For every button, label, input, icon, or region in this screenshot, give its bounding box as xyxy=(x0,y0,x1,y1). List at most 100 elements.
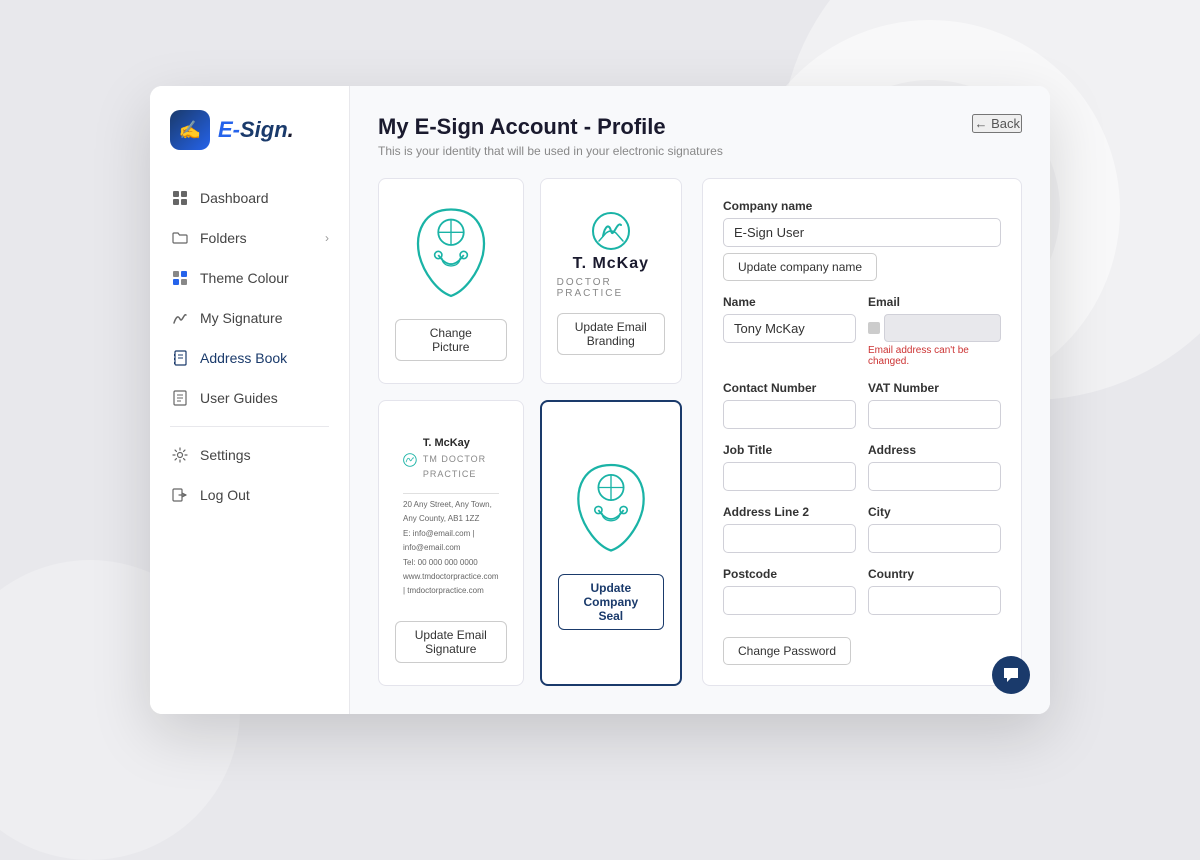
company-seal-panel: Update Company Seal xyxy=(540,400,682,686)
sig-title: TM DOCTOR PRACTICE xyxy=(423,452,499,481)
sidebar-item-dashboard[interactable]: Dashboard xyxy=(150,178,349,218)
sig-line4: www.tmdoctorpractice.com | tmdoctorpract… xyxy=(403,570,499,599)
email-signature-panel: T. McKay TM DOCTOR PRACTICE 20 Any Stree… xyxy=(378,400,524,686)
address-book-icon xyxy=(170,348,190,368)
contact-number-input[interactable] xyxy=(723,400,856,429)
sidebar-label-settings: Settings xyxy=(200,447,251,463)
address-line2-input[interactable] xyxy=(723,524,856,553)
main-window: ✍ E-Sign. Dashboard Folde xyxy=(150,86,1050,713)
email-branding-content: T. McKay DOCTOR PRACTICE xyxy=(557,211,665,299)
change-password-button[interactable]: Change Password xyxy=(723,637,851,665)
sig-name: T. McKay xyxy=(423,435,499,453)
panels-grid: Change Picture T. McKay DOCTOR PRACTICE xyxy=(378,178,682,686)
job-title-input[interactable] xyxy=(723,462,856,491)
city-label: City xyxy=(868,505,1001,519)
logo-icon: ✍ xyxy=(170,110,210,150)
country-section: Country xyxy=(868,567,1001,615)
change-picture-panel: Change Picture xyxy=(378,178,524,384)
update-company-seal-button[interactable]: Update Company Seal xyxy=(558,574,664,630)
country-input[interactable] xyxy=(868,586,1001,615)
sig-line1: 20 Any Street, Any Town, Any County, AB1… xyxy=(403,498,499,527)
email-section: Email Email address can't be changed. xyxy=(868,295,1001,367)
dashboard-icon xyxy=(170,188,190,208)
sidebar-label-signature: My Signature xyxy=(200,310,282,326)
country-label: Country xyxy=(868,567,1001,581)
settings-icon xyxy=(170,445,190,465)
name-section: Name xyxy=(723,295,856,367)
sidebar-item-folders[interactable]: Folders › xyxy=(150,218,349,258)
update-company-name-button[interactable]: Update company name xyxy=(723,253,877,281)
sidebar-item-user-guides[interactable]: User Guides xyxy=(150,378,349,418)
postcode-label: Postcode xyxy=(723,567,856,581)
email-brand-logo-icon xyxy=(591,211,631,251)
update-email-branding-button[interactable]: Update Email Branding xyxy=(557,313,665,355)
address2-city-row: Address Line 2 City xyxy=(723,505,1001,567)
main-content: My E-Sign Account - Profile This is your… xyxy=(350,86,1050,713)
job-title-address-row: Job Title Address xyxy=(723,443,1001,505)
doctor-icon-large xyxy=(401,205,501,305)
chat-icon xyxy=(1002,666,1020,684)
chevron-right-icon: › xyxy=(325,231,329,245)
address-line2-label: Address Line 2 xyxy=(723,505,856,519)
page-subtitle: This is your identity that will be used … xyxy=(378,144,723,158)
sidebar-label-dashboard: Dashboard xyxy=(200,190,269,206)
logo-text: E-Sign. xyxy=(218,117,294,143)
email-masked-value xyxy=(884,314,1001,342)
sidebar-label-user-guides: User Guides xyxy=(200,390,278,406)
address-section: Address xyxy=(868,443,1001,491)
vat-number-input[interactable] xyxy=(868,400,1001,429)
email-label: Email xyxy=(868,295,1001,309)
name-email-row: Name Email Email address can't be change… xyxy=(723,295,1001,381)
change-picture-button[interactable]: Change Picture xyxy=(395,319,507,361)
sig-line3: Tel: 00 000 000 0000 xyxy=(403,556,499,570)
postcode-input[interactable] xyxy=(723,586,856,615)
sidebar-item-theme-colour[interactable]: Theme Colour xyxy=(150,258,349,298)
email-branding-panel: T. McKay DOCTOR PRACTICE Update Email Br… xyxy=(540,178,682,384)
company-seal-icon xyxy=(566,460,656,560)
sidebar-item-address-book[interactable]: Address Book xyxy=(150,338,349,378)
profile-form: Company name Update company name Name Em… xyxy=(702,178,1022,686)
sidebar-label-theme: Theme Colour xyxy=(200,270,289,286)
sidebar-label-folders: Folders xyxy=(200,230,247,246)
sidebar-divider xyxy=(170,426,329,427)
email-brand-name: T. McKay xyxy=(573,255,649,273)
contact-vat-row: Contact Number VAT Number xyxy=(723,381,1001,443)
sidebar-label-address-book: Address Book xyxy=(200,350,287,366)
postcode-section: Postcode xyxy=(723,567,856,615)
postcode-country-row: Postcode Country xyxy=(723,567,1001,629)
folders-icon xyxy=(170,228,190,248)
company-name-input[interactable] xyxy=(723,218,1001,247)
update-email-signature-button[interactable]: Update Email Signature xyxy=(395,621,507,663)
content-body: Change Picture T. McKay DOCTOR PRACTICE xyxy=(378,178,1022,686)
city-section: City xyxy=(868,505,1001,553)
chat-fab-button[interactable] xyxy=(992,656,1030,694)
page-title: My E-Sign Account - Profile xyxy=(378,114,723,140)
job-title-label: Job Title xyxy=(723,443,856,457)
back-button[interactable]: ← Back xyxy=(972,114,1022,133)
email-sig-content: T. McKay TM DOCTOR PRACTICE 20 Any Stree… xyxy=(395,427,507,607)
vat-number-label: VAT Number xyxy=(868,381,1001,395)
sidebar-label-log-out: Log Out xyxy=(200,487,250,503)
signature-icon xyxy=(170,308,190,328)
sidebar-item-log-out[interactable]: Log Out xyxy=(150,475,349,515)
address-label: Address xyxy=(868,443,1001,457)
page-header: My E-Sign Account - Profile This is your… xyxy=(378,114,1022,157)
contact-number-label: Contact Number xyxy=(723,381,856,395)
vat-number-section: VAT Number xyxy=(868,381,1001,429)
address-line2-section: Address Line 2 xyxy=(723,505,856,553)
sidebar-item-my-signature[interactable]: My Signature xyxy=(150,298,349,338)
company-name-label: Company name xyxy=(723,199,1001,213)
city-input[interactable] xyxy=(868,524,1001,553)
address-input[interactable] xyxy=(868,462,1001,491)
company-name-section: Company name Update company name xyxy=(723,199,1001,281)
header-text-group: My E-Sign Account - Profile This is your… xyxy=(378,114,723,157)
sidebar-item-settings[interactable]: Settings xyxy=(150,435,349,475)
job-title-section: Job Title xyxy=(723,443,856,491)
name-input[interactable] xyxy=(723,314,856,343)
sidebar: ✍ E-Sign. Dashboard Folde xyxy=(150,86,350,713)
sig-line2: E: info@email.com | info@email.com xyxy=(403,527,499,556)
sig-divider xyxy=(403,493,499,494)
logo: ✍ E-Sign. xyxy=(150,110,349,178)
email-lock-icon xyxy=(868,322,880,334)
email-error: Email address can't be changed. xyxy=(868,345,1001,367)
